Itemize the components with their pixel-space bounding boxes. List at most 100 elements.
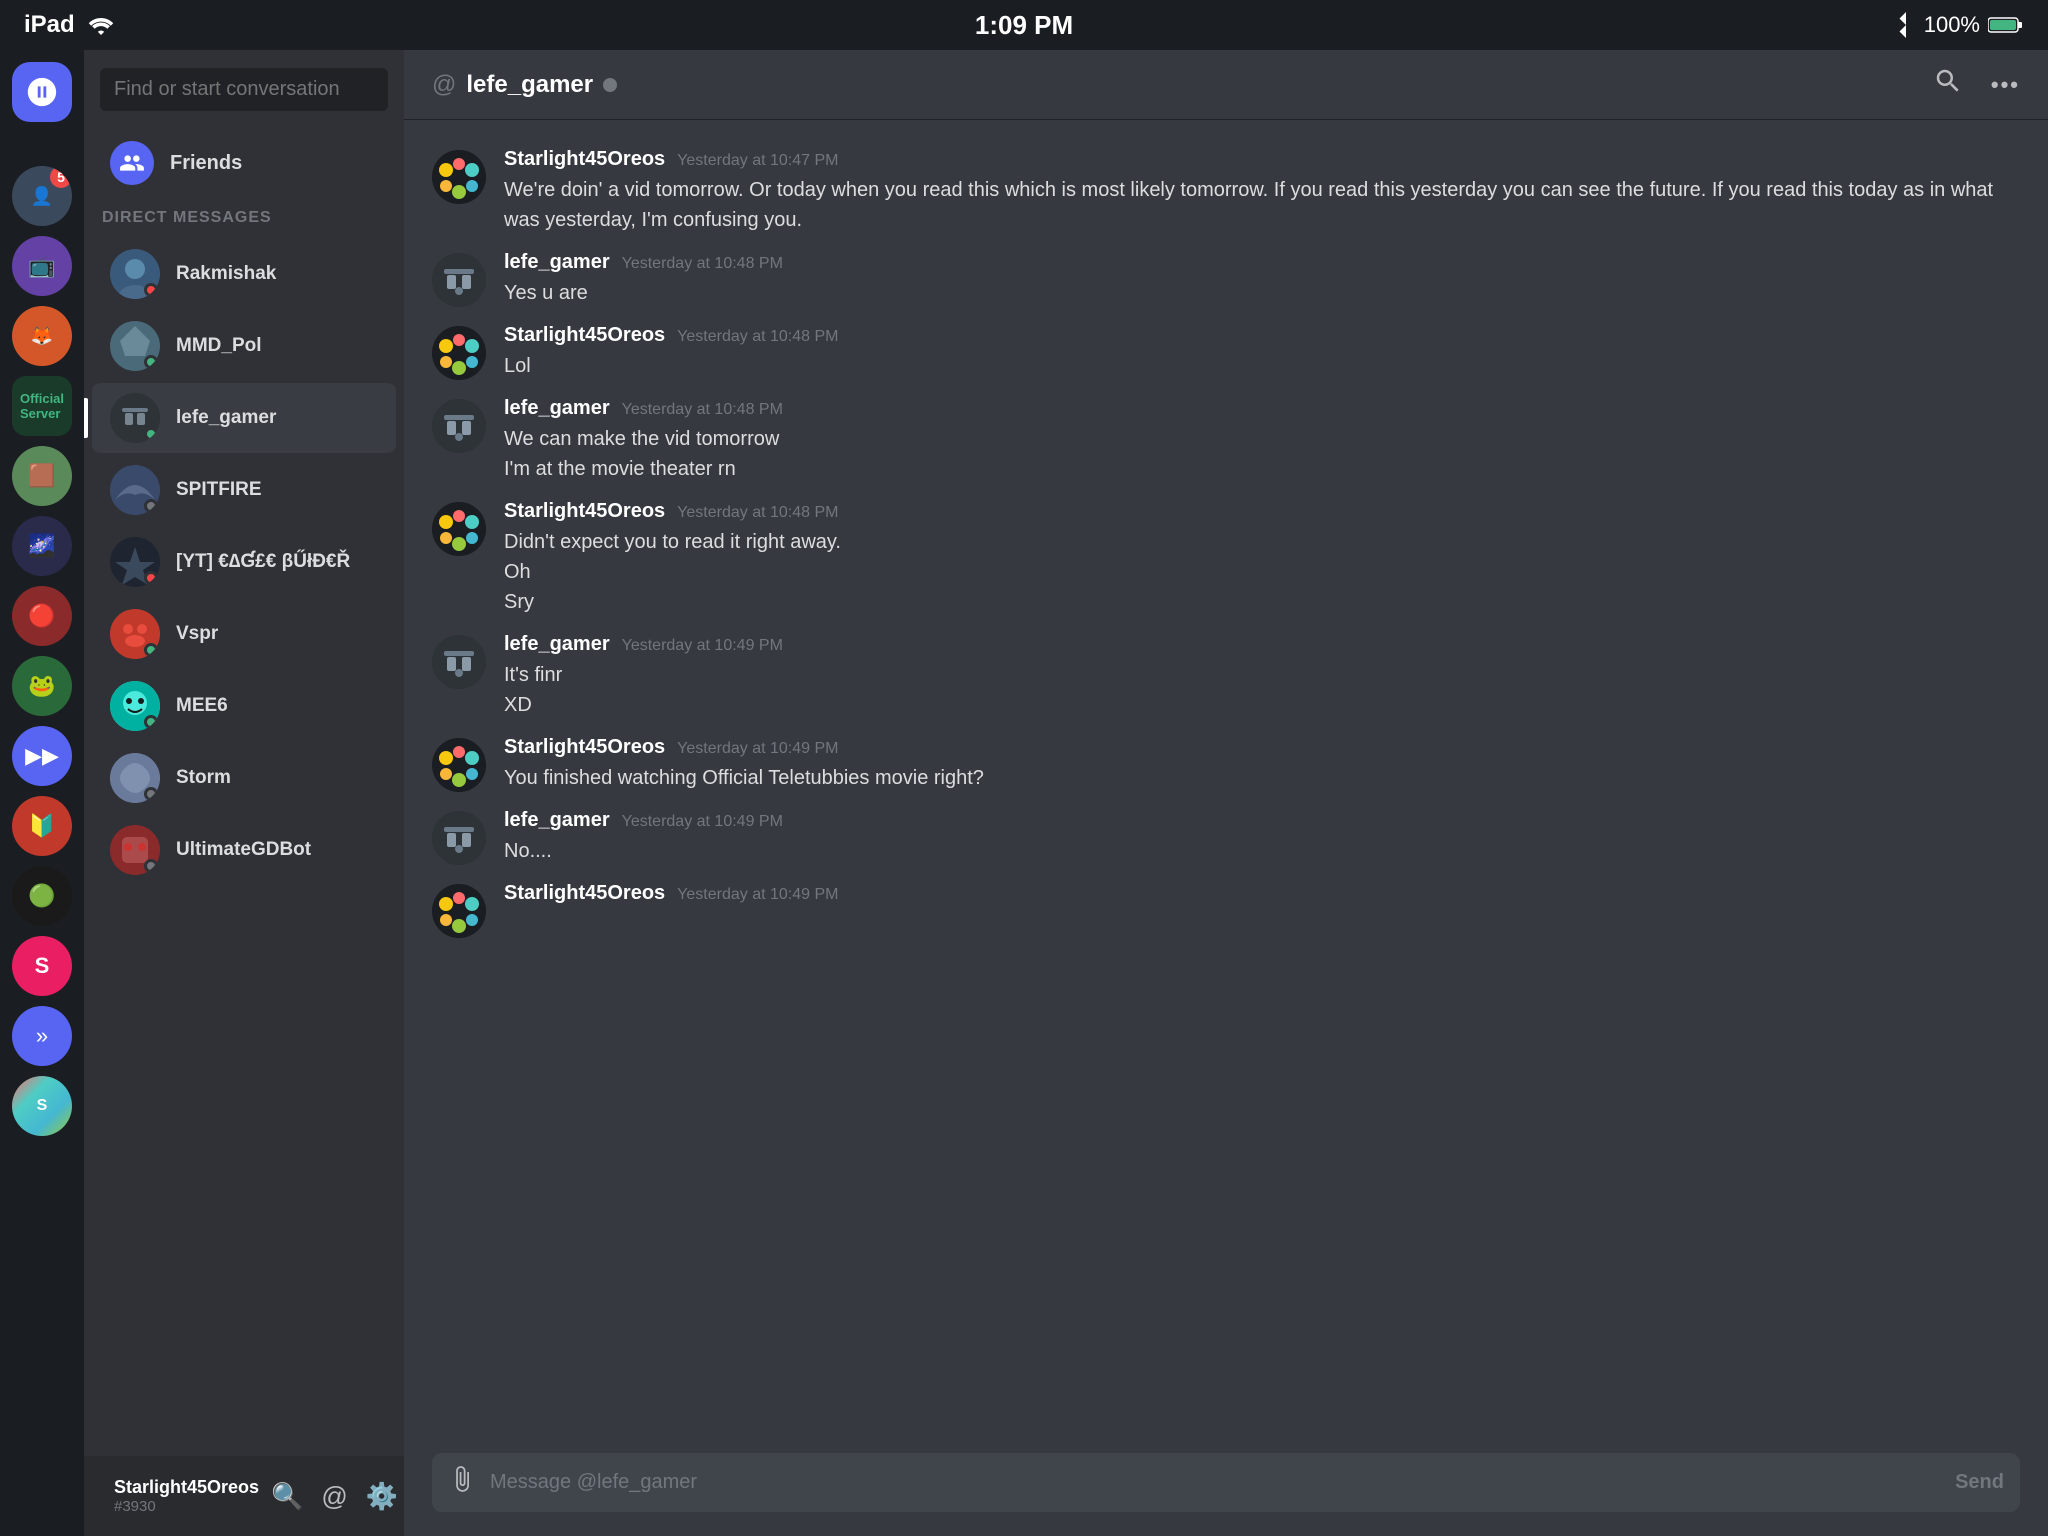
wifi-icon bbox=[87, 15, 115, 35]
dm-item-mee6[interactable]: MEE6 bbox=[92, 671, 396, 741]
server-icon-twitch[interactable]: 📺 bbox=[12, 236, 72, 296]
search-user-btn[interactable]: 🔍 bbox=[271, 1481, 303, 1512]
dm-avatar-eagle bbox=[110, 537, 160, 587]
dm-item-lefegamer[interactable]: lefe_gamer bbox=[92, 383, 396, 453]
storm-status bbox=[144, 787, 158, 801]
message-text-2: Oh bbox=[504, 557, 2020, 587]
dm-item-spitfire[interactable]: SPITFIRE bbox=[92, 455, 396, 525]
message-text: You finished watching Official Teletubbi… bbox=[504, 763, 2020, 793]
message-group: Starlight45Oreos Yesterday at 10:49 PM bbox=[404, 874, 2048, 946]
dm-username-spitfire: SPITFIRE bbox=[176, 479, 262, 501]
chat-header-title: @ lefe_gamer bbox=[432, 71, 1919, 99]
eagle-status bbox=[144, 571, 158, 585]
dm-item-eagle[interactable]: [YT] €∆Ɠ£€ βŰłĐ€Ř bbox=[92, 527, 396, 597]
message-input-area: Send bbox=[404, 1437, 2048, 1536]
message-text: It's finr bbox=[504, 660, 2020, 690]
server-icon-pink[interactable]: S bbox=[12, 936, 72, 996]
spitfire-status bbox=[144, 499, 158, 513]
status-bar-time: 1:09 PM bbox=[975, 10, 1073, 41]
message-content: Starlight45Oreos Yesterday at 10:48 PM L… bbox=[504, 324, 2020, 381]
dm-username-mee6: MEE6 bbox=[176, 695, 228, 717]
server-icon-notification[interactable]: 👤 5 bbox=[12, 166, 72, 226]
vspr-status bbox=[144, 643, 158, 657]
friends-label: Friends bbox=[170, 152, 242, 175]
server-icon-colorful[interactable]: S bbox=[12, 1076, 72, 1136]
dm-avatar-rakmishak bbox=[110, 249, 160, 299]
message-header: lefe_gamer Yesterday at 10:48 PM bbox=[504, 251, 2020, 274]
message-header: Starlight45Oreos Yesterday at 10:48 PM bbox=[504, 324, 2020, 347]
message-header: Starlight45Oreos Yesterday at 10:47 PM bbox=[504, 148, 2020, 171]
message-text-3: Sry bbox=[504, 587, 2020, 617]
dm-username-rakmishak: Rakmishak bbox=[176, 263, 276, 285]
message-timestamp: Yesterday at 10:49 PM bbox=[677, 886, 838, 904]
user-bar-info: Starlight45Oreos #3930 bbox=[114, 1477, 259, 1515]
dm-home-icon[interactable]: 2 ONLINE bbox=[12, 62, 72, 122]
message-header: Starlight45Oreos Yesterday at 10:49 PM bbox=[504, 882, 2020, 905]
message-group: Starlight45Oreos Yesterday at 10:48 PM D… bbox=[404, 492, 2048, 625]
server-icon-green[interactable]: 🐸 bbox=[12, 656, 72, 716]
message-avatar-starlight5 bbox=[432, 884, 486, 938]
message-timestamp: Yesterday at 10:49 PM bbox=[677, 740, 838, 758]
server-icon-red[interactable]: 🔴 bbox=[12, 586, 72, 646]
friends-item[interactable]: Friends bbox=[92, 129, 396, 197]
server-icon-redwhite[interactable]: 🔰 bbox=[12, 796, 72, 856]
channel-name: lefe_gamer bbox=[466, 71, 593, 99]
rakmishak-status bbox=[144, 283, 158, 297]
message-avatar-lefegamer3 bbox=[432, 635, 486, 689]
server-icon-w[interactable]: 🟢 bbox=[12, 866, 72, 926]
dm-item-mmd[interactable]: MMD_Pol bbox=[92, 311, 396, 381]
dm-item-gdbot[interactable]: UltimateGDBot bbox=[92, 815, 396, 885]
settings-btn[interactable]: ⚙️ bbox=[366, 1481, 398, 1512]
attach-button[interactable] bbox=[448, 1465, 476, 1500]
dm-item-vspr[interactable]: Vspr bbox=[92, 599, 396, 669]
message-timestamp: Yesterday at 10:48 PM bbox=[622, 401, 783, 419]
message-header: lefe_gamer Yesterday at 10:48 PM bbox=[504, 397, 2020, 420]
online-indicator bbox=[603, 78, 617, 92]
chat-more-btn[interactable]: ••• bbox=[1991, 72, 2020, 98]
message-content: Starlight45Oreos Yesterday at 10:49 PM bbox=[504, 882, 2020, 909]
message-header: Starlight45Oreos Yesterday at 10:49 PM bbox=[504, 736, 2020, 759]
message-author: Starlight45Oreos bbox=[504, 324, 665, 347]
message-author: lefe_gamer bbox=[504, 809, 610, 832]
user-bar-name: Starlight45Oreos bbox=[114, 1477, 259, 1498]
dm-item-storm[interactable]: Storm bbox=[92, 743, 396, 813]
message-text-2: XD bbox=[504, 690, 2020, 720]
dm-username-lefegamer: lefe_gamer bbox=[176, 407, 276, 429]
dm-avatar-lefegamer bbox=[110, 393, 160, 443]
dm-section-header: DIRECT MESSAGES bbox=[84, 197, 404, 233]
server-icon-dark[interactable]: 🌌 bbox=[12, 516, 72, 576]
message-timestamp: Yesterday at 10:49 PM bbox=[622, 637, 783, 655]
server-sidebar: 2 ONLINE 👤 5 📺 🦊 OfficialServer 🟫 🌌 � bbox=[0, 50, 84, 1536]
message-author: Starlight45Oreos bbox=[504, 882, 665, 905]
message-input[interactable] bbox=[490, 1453, 1941, 1512]
server-icon-blurple-arrow[interactable]: » bbox=[12, 1006, 72, 1066]
message-header: Starlight45Oreos Yesterday at 10:48 PM bbox=[504, 500, 2020, 523]
dm-item-rakmishak[interactable]: Rakmishak bbox=[92, 239, 396, 309]
dm-username-storm: Storm bbox=[176, 767, 231, 789]
messages-area: Starlight45Oreos Yesterday at 10:47 PM W… bbox=[404, 120, 2048, 1437]
dm-username-vspr: Vspr bbox=[176, 623, 218, 645]
dm-username-gdbot: UltimateGDBot bbox=[176, 839, 311, 861]
server-icon-minecraft[interactable]: 🟫 bbox=[12, 446, 72, 506]
server-icon-arrow[interactable]: ▶▶ bbox=[12, 726, 72, 786]
message-group: lefe_gamer Yesterday at 10:48 PM We can … bbox=[404, 389, 2048, 492]
message-timestamp: Yesterday at 10:49 PM bbox=[622, 813, 783, 831]
chat-header-actions: ••• bbox=[1933, 66, 2020, 103]
mmd-status bbox=[144, 355, 158, 369]
search-input[interactable] bbox=[100, 68, 388, 111]
chat-search-btn[interactable] bbox=[1933, 66, 1963, 103]
message-content: lefe_gamer Yesterday at 10:49 PM No.... bbox=[504, 809, 2020, 866]
send-button[interactable]: Send bbox=[1955, 1471, 2004, 1494]
message-text: We're doin' a vid tomorrow. Or today whe… bbox=[504, 175, 2020, 235]
main-chat: @ lefe_gamer ••• Starlight45Oreos bbox=[404, 50, 2048, 1536]
user-bar-tag: #3930 bbox=[114, 1498, 259, 1515]
message-group: lefe_gamer Yesterday at 10:49 PM No.... bbox=[404, 801, 2048, 874]
server-icon-orange[interactable]: 🦊 bbox=[12, 306, 72, 366]
user-bar: Starlight45Oreos #3930 🔍 @ ⚙️ bbox=[84, 1456, 404, 1536]
status-bar: iPad 1:09 PM 100% bbox=[0, 0, 2048, 50]
dm-avatar-vspr bbox=[110, 609, 160, 659]
chat-header: @ lefe_gamer ••• bbox=[404, 50, 2048, 120]
status-bar-right: 100% bbox=[1896, 12, 2024, 38]
mention-btn[interactable]: @ bbox=[321, 1481, 347, 1512]
server-icon-official[interactable]: OfficialServer bbox=[12, 376, 72, 436]
